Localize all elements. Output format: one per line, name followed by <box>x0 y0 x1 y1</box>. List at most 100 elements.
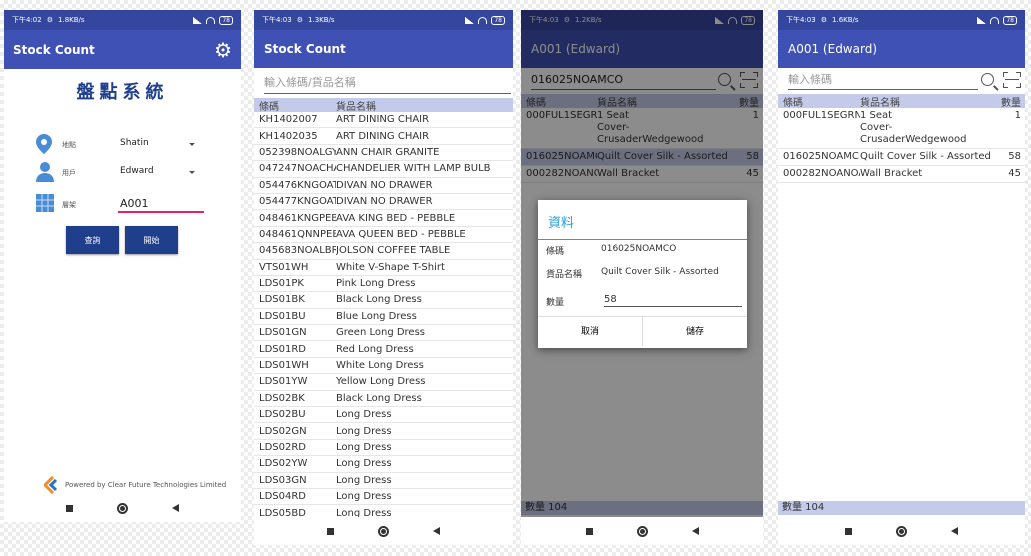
row-name: Long Dress <box>336 425 392 437</box>
home-icon[interactable] <box>636 525 648 537</box>
gear-icon[interactable]: ⚙ <box>214 40 232 60</box>
table-row[interactable]: LDS01WH White Long Dress <box>254 358 513 375</box>
dialog-buttons: 取消 儲存 <box>538 316 747 346</box>
table-row[interactable]: LDS03GN Long Dress <box>254 473 513 489</box>
row-name: AVA QUEEN BED - PEBBLE <box>336 228 466 240</box>
home-icon[interactable] <box>117 502 128 514</box>
status-time: 下午4:03 <box>786 16 816 24</box>
table-row[interactable]: 052398NOALGY ANN CHAIR GRANITE <box>254 145 513 162</box>
search-input[interactable]: 輸入條碼/貨品名稱 <box>264 74 511 94</box>
back-icon[interactable] <box>172 504 179 512</box>
user-select[interactable]: Edward <box>120 166 154 176</box>
dialog-qty-input[interactable]: 58 <box>604 294 742 307</box>
table-header: 條碼 貨品名稱 數量 <box>778 94 1025 109</box>
table-header: 條碼 貨品名稱 <box>254 98 513 113</box>
table-row[interactable]: LDS01RD Red Long Dress <box>254 341 513 358</box>
table-row[interactable]: KH1402035 ART DINING CHAIR <box>254 128 513 145</box>
query-button[interactable]: 查詢 <box>66 226 119 254</box>
table-row[interactable]: 054476KNGOAT DIVAN NO DRAWER <box>254 178 513 194</box>
table-row[interactable]: LDS01PK Pink Long Dress <box>254 276 513 293</box>
table-row[interactable]: VTS01WH White V-Shape T-Shirt <box>254 260 513 276</box>
row-barcode: LDS01RD <box>259 343 306 355</box>
list-item[interactable]: 000282NOANOAWall Bracket 45 <box>778 166 1025 183</box>
table-row[interactable]: LDS01BU Blue Long Dress <box>254 309 513 326</box>
screen-item-list: 下午4:03 ⚙ 1.3KB/s 78 Stock Count 輸入條碼/貨品名稱 … <box>254 10 513 545</box>
row-name: Quilt Cover Silk - Assorted <box>860 151 995 163</box>
recents-icon[interactable] <box>585 527 593 535</box>
row-name: Blue Long Dress <box>336 310 417 322</box>
row-name: Red Long Dress <box>336 343 414 355</box>
table-row[interactable]: LDS04RD Long Dress <box>254 489 513 506</box>
table-row[interactable]: LDS01GN Green Long Dress <box>254 325 513 342</box>
status-bar: 下午4:03 ⚙ 1.3KB/s 78 <box>254 10 513 30</box>
search-icon[interactable] <box>981 73 994 86</box>
table-row[interactable]: LDS02YW Long Dress <box>254 456 513 473</box>
row-barcode: LDS02GN <box>259 425 307 437</box>
home-icon[interactable] <box>896 525 907 537</box>
column-barcode: 條碼 <box>259 101 279 113</box>
table-row[interactable]: KH1402007 ART DINING CHAIR <box>254 112 513 129</box>
table-row[interactable]: LDS02BK Black Long Dress <box>254 391 513 408</box>
location-select[interactable]: Shatin <box>120 138 149 148</box>
table-row[interactable]: 045683NOALBR JOLSON COFFEE TABLE <box>254 243 513 260</box>
row-barcode: 000282NOANOA <box>783 168 860 179</box>
back-icon[interactable] <box>433 527 440 535</box>
screen-count-list: 下午4:03 ⚙ 1.6KB/s 78 A001 (Edward) 輸入條碼 條碼 … <box>778 10 1025 545</box>
shelf-input[interactable]: A001 <box>120 197 149 210</box>
search-input[interactable]: 輸入條碼 <box>788 72 978 90</box>
row-barcode: 052398NOALGY <box>259 146 336 158</box>
home-icon[interactable] <box>378 525 389 537</box>
row-name-line1: 1 Seat <box>860 110 893 121</box>
person-icon <box>36 162 54 182</box>
table-row[interactable]: 048461KNGPEB AVA KING BED - PEBBLE <box>254 210 513 227</box>
dialog-body: 條碼 016025NOAMCO 貨品名稱 Quilt Cover Silk - … <box>538 240 747 316</box>
row-barcode: 000FUL1SEGRN <box>783 110 860 121</box>
app-title: Stock Count <box>264 42 346 56</box>
table-row[interactable]: 048461QNNPEB AVA QUEEN BED - PEBBLE <box>254 227 513 244</box>
recents-icon[interactable] <box>845 527 852 535</box>
row-name-line1: Wall Bracket <box>860 168 923 179</box>
list-item[interactable]: 000FUL1SEGRN1 SeatCover-CrusaderWedgewoo… <box>778 108 1025 149</box>
row-barcode: 045683NOALBR <box>259 245 336 257</box>
back-icon[interactable] <box>951 527 958 535</box>
start-button[interactable]: 開始 <box>125 226 178 254</box>
row-name-line1: Quilt Cover Silk - Assorted <box>860 151 991 162</box>
shelf-input-underline <box>118 211 204 213</box>
scan-icon[interactable] <box>1003 72 1021 88</box>
row-name: CHANDELIER WITH LAMP BULB <box>336 163 491 175</box>
row-barcode: LDS01BK <box>259 294 305 306</box>
table-row[interactable]: 054477KNGOAT DIVAN NO DRAWER <box>254 194 513 211</box>
table-row[interactable]: LDS02BU Long Dress <box>254 407 513 424</box>
location-label: 地點 <box>62 141 76 149</box>
status-speed: 1.8KB/s <box>58 16 85 24</box>
nav-bar <box>4 494 241 522</box>
cancel-button[interactable]: 取消 <box>538 317 643 346</box>
list-item[interactable]: 016025NOAMC Quilt Cover Silk - Assorted 58 <box>778 149 1025 166</box>
battery-icon: 78 <box>491 15 505 25</box>
table-row[interactable]: LDS01YW Yellow Long Dress <box>254 374 513 391</box>
table-row[interactable]: LDS01BK Black Long Dress <box>254 292 513 309</box>
row-qty: 58 <box>1008 151 1021 162</box>
back-icon[interactable] <box>691 527 699 535</box>
row-name: Long Dress <box>336 442 392 453</box>
app-bar: Stock Count ⚙ <box>4 30 241 69</box>
recents-icon[interactable] <box>327 527 334 535</box>
row-barcode: 054476KNGOAT <box>259 179 336 191</box>
row-name: DIVAN NO DRAWER <box>336 179 433 191</box>
table-row[interactable]: LDS02RD Long Dress <box>254 440 513 457</box>
chevron-down-icon[interactable] <box>189 171 195 174</box>
chevron-down-icon[interactable] <box>189 143 195 146</box>
count-list: 000FUL1SEGRN1 SeatCover-CrusaderWedgewoo… <box>778 108 1025 183</box>
row-name: Black Long Dress <box>336 392 422 404</box>
powered-by-text: Powered by Clear Future Technologies Lim… <box>65 481 227 489</box>
table-row[interactable]: 047247NOACHA CHANDELIER WITH LAMP BULB <box>254 161 513 178</box>
dialog-name-label: 貨品名稱 <box>546 270 583 280</box>
table-row[interactable]: LDS02GN Long Dress <box>254 423 513 440</box>
row-name: AVA KING BED - PEBBLE <box>336 212 456 224</box>
dialog-barcode-label: 條碼 <box>546 247 565 257</box>
row-name: Long Dress <box>336 491 392 503</box>
save-button[interactable]: 儲存 <box>643 317 747 346</box>
recents-icon[interactable] <box>66 504 73 512</box>
battery-icon: 78 <box>1003 15 1017 25</box>
user-label: 用戶 <box>62 169 76 177</box>
